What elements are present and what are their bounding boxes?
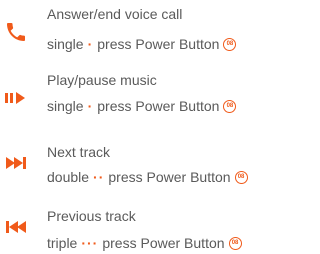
press-dots: ··: [93, 169, 105, 185]
press-action: press Power Button: [108, 169, 231, 185]
list-item-voice-call: Answer/end voice call single · press Pow…: [0, 0, 283, 60]
press-count: single: [47, 36, 84, 52]
button-number-badge: 08: [223, 37, 237, 51]
item-description: triple ··· press Power Button 08: [47, 235, 242, 251]
item-title: Answer/end voice call: [47, 6, 183, 22]
phone-icon: [4, 20, 28, 44]
button-number-badge: 08: [234, 170, 248, 184]
press-action: press Power Button: [97, 36, 220, 52]
button-number-badge: 08: [223, 99, 237, 113]
press-action: press Power Button: [102, 235, 225, 251]
play-pause-icon: [4, 86, 28, 110]
list-item-next-track: Next track double ·· press Power Button …: [0, 130, 283, 190]
item-title: Next track: [47, 144, 111, 160]
press-count: single: [47, 98, 84, 114]
previous-track-icon: [4, 215, 28, 239]
item-title: Previous track: [47, 208, 136, 224]
press-dots: ···: [81, 235, 99, 251]
item-title: Play/pause music: [47, 72, 157, 88]
item-description: single · press Power Button 08: [47, 98, 237, 114]
press-dots: ·: [87, 98, 94, 114]
list-item-previous-track: Previous track triple ··· press Power Bu…: [0, 194, 283, 254]
control-guide: Answer/end voice call single · press Pow…: [0, 0, 283, 254]
press-count: double: [47, 169, 90, 185]
press-dots: ·: [87, 36, 94, 52]
press-action: press Power Button: [97, 98, 220, 114]
next-track-icon: [4, 151, 28, 175]
button-number-badge: 08: [228, 236, 242, 250]
item-description: single · press Power Button 08: [47, 36, 237, 52]
press-count: triple: [47, 235, 78, 251]
item-description: double ·· press Power Button 08: [47, 169, 248, 185]
list-item-play-pause: Play/pause music single · press Power Bu…: [0, 66, 283, 126]
